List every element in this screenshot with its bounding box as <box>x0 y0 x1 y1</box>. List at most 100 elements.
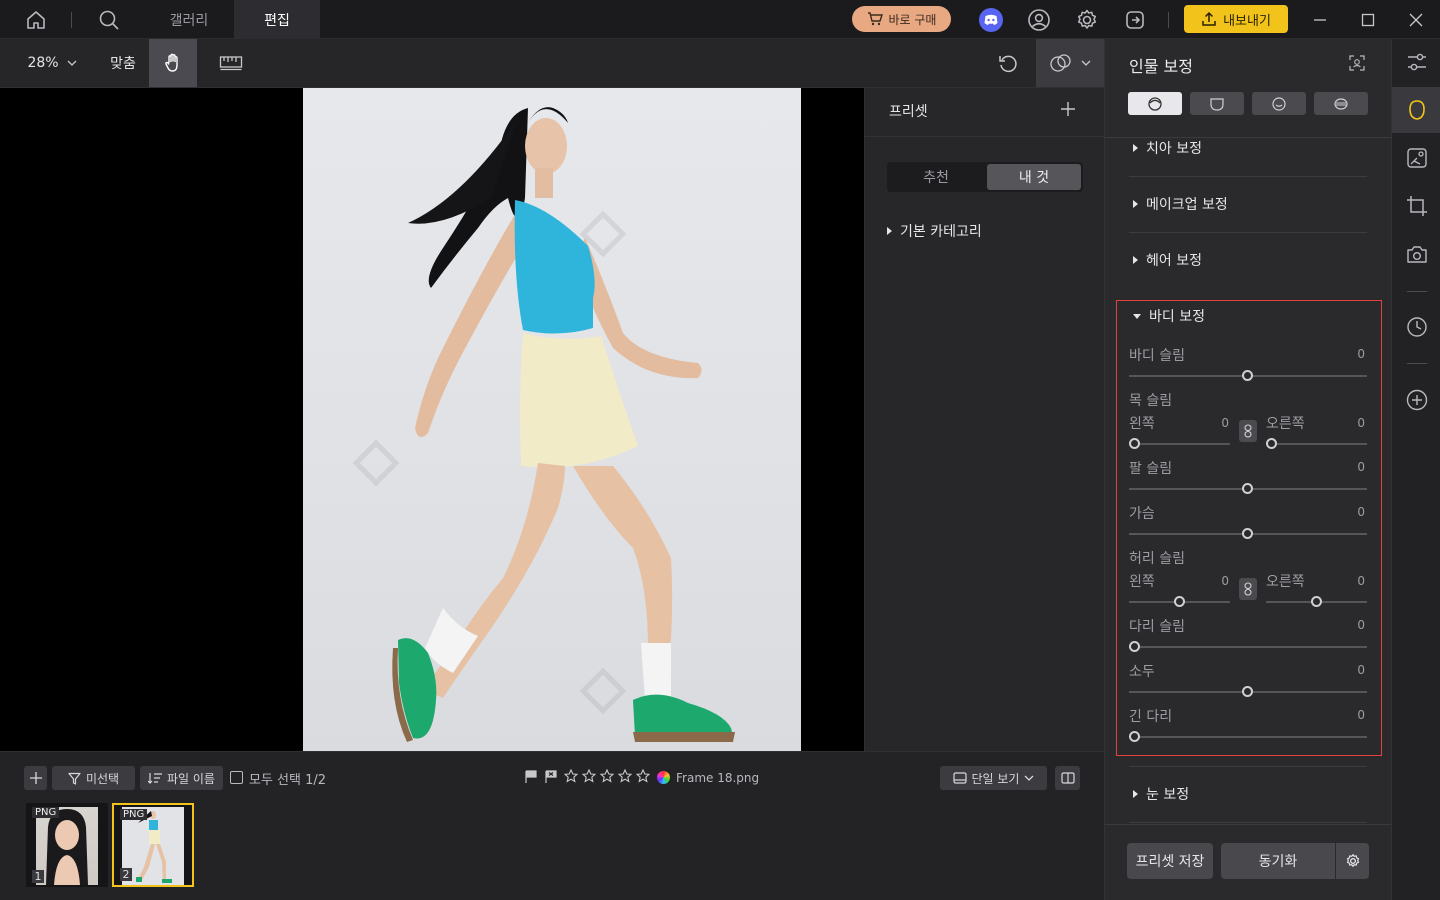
section-eyes[interactable]: 눈 보정 <box>1133 784 1189 804</box>
thumbnail-selected[interactable]: PNG 2 <box>112 803 194 887</box>
gear-icon <box>1346 854 1359 867</box>
body-icon <box>1334 97 1348 110</box>
tab-mine[interactable]: 내 것 <box>987 164 1081 190</box>
section-hair[interactable]: 헤어 보정 <box>1133 250 1202 270</box>
slider-track[interactable] <box>1129 646 1367 648</box>
slider-knob[interactable] <box>1174 596 1185 607</box>
slider-knob[interactable] <box>1242 528 1253 539</box>
slider-label: 오른쪽 <box>1266 416 1305 432</box>
sync-settings-button[interactable] <box>1336 843 1369 879</box>
slider-knob[interactable] <box>1242 483 1253 494</box>
compare-button[interactable] <box>1036 39 1104 87</box>
crop-icon[interactable] <box>1392 183 1440 229</box>
save-preset-button[interactable]: 프리셋 저장 <box>1127 843 1213 879</box>
select-all-checkbox[interactable] <box>230 771 243 784</box>
tab-gallery[interactable]: 갤러리 <box>144 0 234 39</box>
tab-body[interactable] <box>1314 92 1368 115</box>
view-mode-select[interactable]: 단일 보기 <box>940 766 1047 790</box>
section-body[interactable]: 바디 보정 <box>1133 306 1205 326</box>
reset-button[interactable] <box>984 39 1032 87</box>
adjust-list[interactable]: 치아 보정 메이크업 보정 헤어 보정 바디 보정 바디 슬림 0 목 슬림 왼… <box>1105 138 1392 824</box>
tab-face-features[interactable] <box>1252 92 1306 115</box>
thumbnail-number: 2 <box>120 868 132 881</box>
slider-track[interactable] <box>1129 443 1230 445</box>
hand-tool-button[interactable] <box>149 39 197 87</box>
star-rating[interactable] <box>564 769 650 783</box>
slider-knob[interactable] <box>1129 731 1140 742</box>
add-icon[interactable] <box>1392 377 1440 423</box>
tab-edit[interactable]: 편집 <box>234 0 320 39</box>
compare-icon <box>1050 54 1071 72</box>
search-icon[interactable] <box>95 6 123 34</box>
fit-button[interactable]: 맞춤 <box>100 39 146 87</box>
link-icon[interactable] <box>1239 578 1257 600</box>
slider-knob[interactable] <box>1129 438 1140 449</box>
portrait-icon[interactable] <box>1392 87 1440 133</box>
star-icon[interactable] <box>636 769 650 783</box>
home-icon[interactable] <box>22 6 50 34</box>
reject-flag-icon[interactable] <box>545 770 557 784</box>
category-basic[interactable]: 기본 카테고리 <box>887 221 982 241</box>
buy-button[interactable]: 바로 구매 <box>852 6 951 32</box>
buy-button-label: 바로 구매 <box>888 12 937 27</box>
slider-value: 0 <box>1357 347 1365 361</box>
filmstrip: 미선택 파일 이름 모두 선택 1/2 Frame 18.png 단일 보기 P… <box>0 751 1104 900</box>
add-preset-icon[interactable] <box>1061 102 1075 116</box>
sign-out-icon[interactable] <box>1121 6 1149 34</box>
star-icon[interactable] <box>564 769 578 783</box>
filter-button[interactable]: 미선택 <box>52 766 135 790</box>
flag-icon[interactable] <box>525 770 537 784</box>
image-canvas[interactable] <box>0 88 864 751</box>
cart-icon <box>867 12 883 26</box>
minimize-icon[interactable] <box>1306 6 1334 34</box>
sort-button[interactable]: 파일 이름 <box>140 766 223 790</box>
sort-label: 파일 이름 <box>167 771 215 786</box>
star-icon[interactable] <box>600 769 614 783</box>
ruler-icon <box>219 56 243 71</box>
slider-value: 0 <box>1357 574 1365 588</box>
tab-face-shape[interactable] <box>1190 92 1244 115</box>
section-makeup[interactable]: 메이크업 보정 <box>1133 194 1228 214</box>
slider-knob[interactable] <box>1242 686 1253 697</box>
star-icon[interactable] <box>582 769 596 783</box>
preset-panel: 프리셋 추천 내 것 기본 카테고리 <box>864 88 1105 751</box>
discord-icon[interactable] <box>977 6 1005 34</box>
section-teeth[interactable]: 치아 보정 <box>1133 138 1202 158</box>
slider-value: 0 <box>1357 416 1365 430</box>
export-button[interactable]: 내보내기 <box>1184 5 1288 33</box>
face-icon <box>1148 96 1162 111</box>
ruler-button[interactable] <box>207 39 255 87</box>
slider-knob[interactable] <box>1242 370 1253 381</box>
history-icon[interactable] <box>1392 304 1440 350</box>
slider-track[interactable] <box>1129 736 1367 738</box>
slider-knob[interactable] <box>1266 438 1277 449</box>
slider-value: 0 <box>1357 663 1365 677</box>
zoom-select[interactable]: 28% <box>20 39 84 87</box>
slider-track[interactable] <box>1266 443 1367 445</box>
split-view-button[interactable] <box>1055 766 1080 790</box>
slider-label: 가슴 <box>1129 506 1155 522</box>
sync-button[interactable]: 동기화 <box>1221 843 1335 879</box>
face-detect-icon[interactable] <box>1349 55 1365 71</box>
retouch-icon[interactable] <box>1392 135 1440 181</box>
link-icon[interactable] <box>1239 420 1257 442</box>
thumbnail-image <box>36 807 98 885</box>
close-icon[interactable] <box>1402 6 1430 34</box>
single-view-icon <box>952 772 967 784</box>
slider-knob[interactable] <box>1311 596 1322 607</box>
account-icon[interactable] <box>1025 6 1053 34</box>
star-icon[interactable] <box>618 769 632 783</box>
filter-label: 미선택 <box>85 771 120 786</box>
maximize-icon[interactable] <box>1354 6 1382 34</box>
tab-face-auto[interactable] <box>1128 92 1182 115</box>
camera-icon[interactable] <box>1392 231 1440 277</box>
slider-value: 0 <box>1357 505 1365 519</box>
add-image-button[interactable] <box>24 766 47 790</box>
color-label-icon[interactable] <box>657 771 670 784</box>
slider-label: 왼쪽 <box>1129 416 1155 432</box>
adjust-sliders-icon[interactable] <box>1392 39 1440 85</box>
tab-recommended[interactable]: 추천 <box>889 164 983 190</box>
thumbnail[interactable]: PNG 1 <box>26 803 108 887</box>
slider-knob[interactable] <box>1129 641 1140 652</box>
settings-icon[interactable] <box>1073 6 1101 34</box>
